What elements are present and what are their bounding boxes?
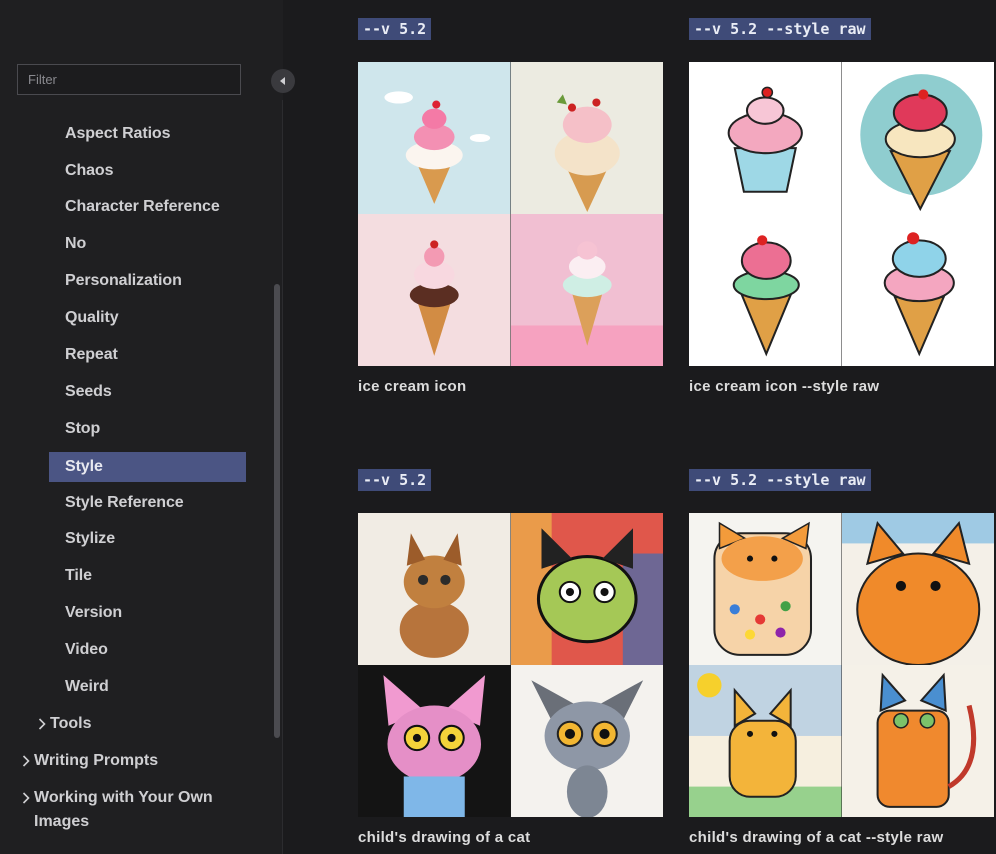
collapse-sidebar-button[interactable] <box>271 69 295 93</box>
sidebar-item-aspect-ratios[interactable]: Aspect Ratios <box>49 119 246 149</box>
sidebar-scrollbar[interactable] <box>274 284 280 738</box>
sidebar-item-label: Video <box>65 641 108 658</box>
cat-image <box>510 665 663 817</box>
sidebar-item-tile[interactable]: Tile <box>49 561 246 591</box>
ice-cream-image <box>841 62 994 214</box>
sidebar-item-label: Chaos <box>65 162 114 179</box>
sidebar-item-label: Repeat <box>65 346 118 363</box>
sidebar-item-style-reference[interactable]: Style Reference <box>49 488 246 518</box>
sidebar-item-label: Stylize <box>65 530 115 547</box>
sidebar-item-repeat[interactable]: Repeat <box>49 340 246 370</box>
parameter-tag: --v 5.2 <box>358 18 432 40</box>
ice-cream-image <box>358 214 511 366</box>
sidebar-item-chaos[interactable]: Chaos <box>49 156 246 186</box>
ice-cream-image <box>689 214 842 366</box>
image-grid-cat-raw <box>689 513 994 817</box>
cat-image <box>841 513 994 665</box>
sidebar-item-label: Version <box>65 604 123 621</box>
image-grid-cat-default <box>358 513 663 817</box>
sidebar-group-label: Writing Prompts <box>34 752 159 769</box>
sidebar-item-label: Weird <box>65 678 109 695</box>
chevron-right-icon <box>20 786 32 810</box>
chevron-right-icon <box>36 712 48 736</box>
parameter-tag: --v 5.2 --style raw <box>689 18 871 40</box>
sidebar-item-label: No <box>65 235 87 252</box>
sidebar-item-label: Character Reference <box>65 198 220 215</box>
parameter-tag: --v 5.2 --style raw <box>689 469 871 491</box>
sidebar-item-label: Tile <box>65 567 92 584</box>
example-caption: child's drawing of a cat <box>358 829 531 846</box>
sidebar-group-tools[interactable]: Tools <box>36 712 91 736</box>
cat-image <box>358 513 511 665</box>
example-caption: ice cream icon <box>358 378 467 395</box>
image-grid-ice-cream-default <box>358 62 663 366</box>
cat-image <box>358 665 511 817</box>
example-caption: child's drawing of a cat --style raw <box>689 829 944 846</box>
sidebar-item-label: Seeds <box>65 383 112 400</box>
chevron-right-icon <box>20 749 32 773</box>
sidebar-item-label: Style <box>65 458 103 475</box>
sidebar-item-weird[interactable]: Weird <box>49 672 246 702</box>
sidebar-item-style[interactable]: Style <box>49 452 246 482</box>
sidebar: Aspect Ratios Chaos Character Reference … <box>0 0 283 854</box>
sidebar-item-stylize[interactable]: Stylize <box>49 524 246 554</box>
sidebar-item-character-reference[interactable]: Character Reference <box>49 192 246 222</box>
cat-image <box>510 513 663 665</box>
ice-cream-image <box>510 214 663 366</box>
sidebar-group-working-with-images[interactable]: Working with Your Own Images <box>20 786 220 834</box>
sidebar-item-quality[interactable]: Quality <box>49 303 246 333</box>
sidebar-item-label: Style Reference <box>65 494 184 511</box>
sidebar-item-stop[interactable]: Stop <box>49 414 246 444</box>
sidebar-item-seeds[interactable]: Seeds <box>49 377 246 407</box>
sidebar-item-version[interactable]: Version <box>49 598 246 628</box>
sidebar-group-writing-prompts[interactable]: Writing Prompts <box>20 749 158 773</box>
sidebar-item-personalization[interactable]: Personalization <box>49 266 246 296</box>
sidebar-item-label: Aspect Ratios <box>65 125 171 142</box>
sidebar-item-video[interactable]: Video <box>49 635 246 665</box>
sidebar-item-label: Quality <box>65 309 119 326</box>
ice-cream-image <box>841 214 994 366</box>
parameter-tag: --v 5.2 <box>358 469 432 491</box>
sidebar-item-label: Stop <box>65 420 101 437</box>
ice-cream-image <box>510 62 663 214</box>
sidebar-group-label: Tools <box>50 715 92 732</box>
ice-cream-image <box>689 62 842 214</box>
ice-cream-image <box>358 62 511 214</box>
example-caption: ice cream icon --style raw <box>689 378 880 395</box>
filter-input[interactable] <box>17 64 241 95</box>
image-grid-ice-cream-raw <box>689 62 994 366</box>
cat-image <box>841 665 994 817</box>
cat-image <box>689 665 842 817</box>
sidebar-item-label: Personalization <box>65 272 182 289</box>
sidebar-divider <box>282 100 283 854</box>
sidebar-item-no[interactable]: No <box>49 229 246 259</box>
chevron-left-icon <box>278 76 288 86</box>
sidebar-group-label: Working with Your Own Images <box>34 789 213 830</box>
cat-image <box>689 513 842 665</box>
